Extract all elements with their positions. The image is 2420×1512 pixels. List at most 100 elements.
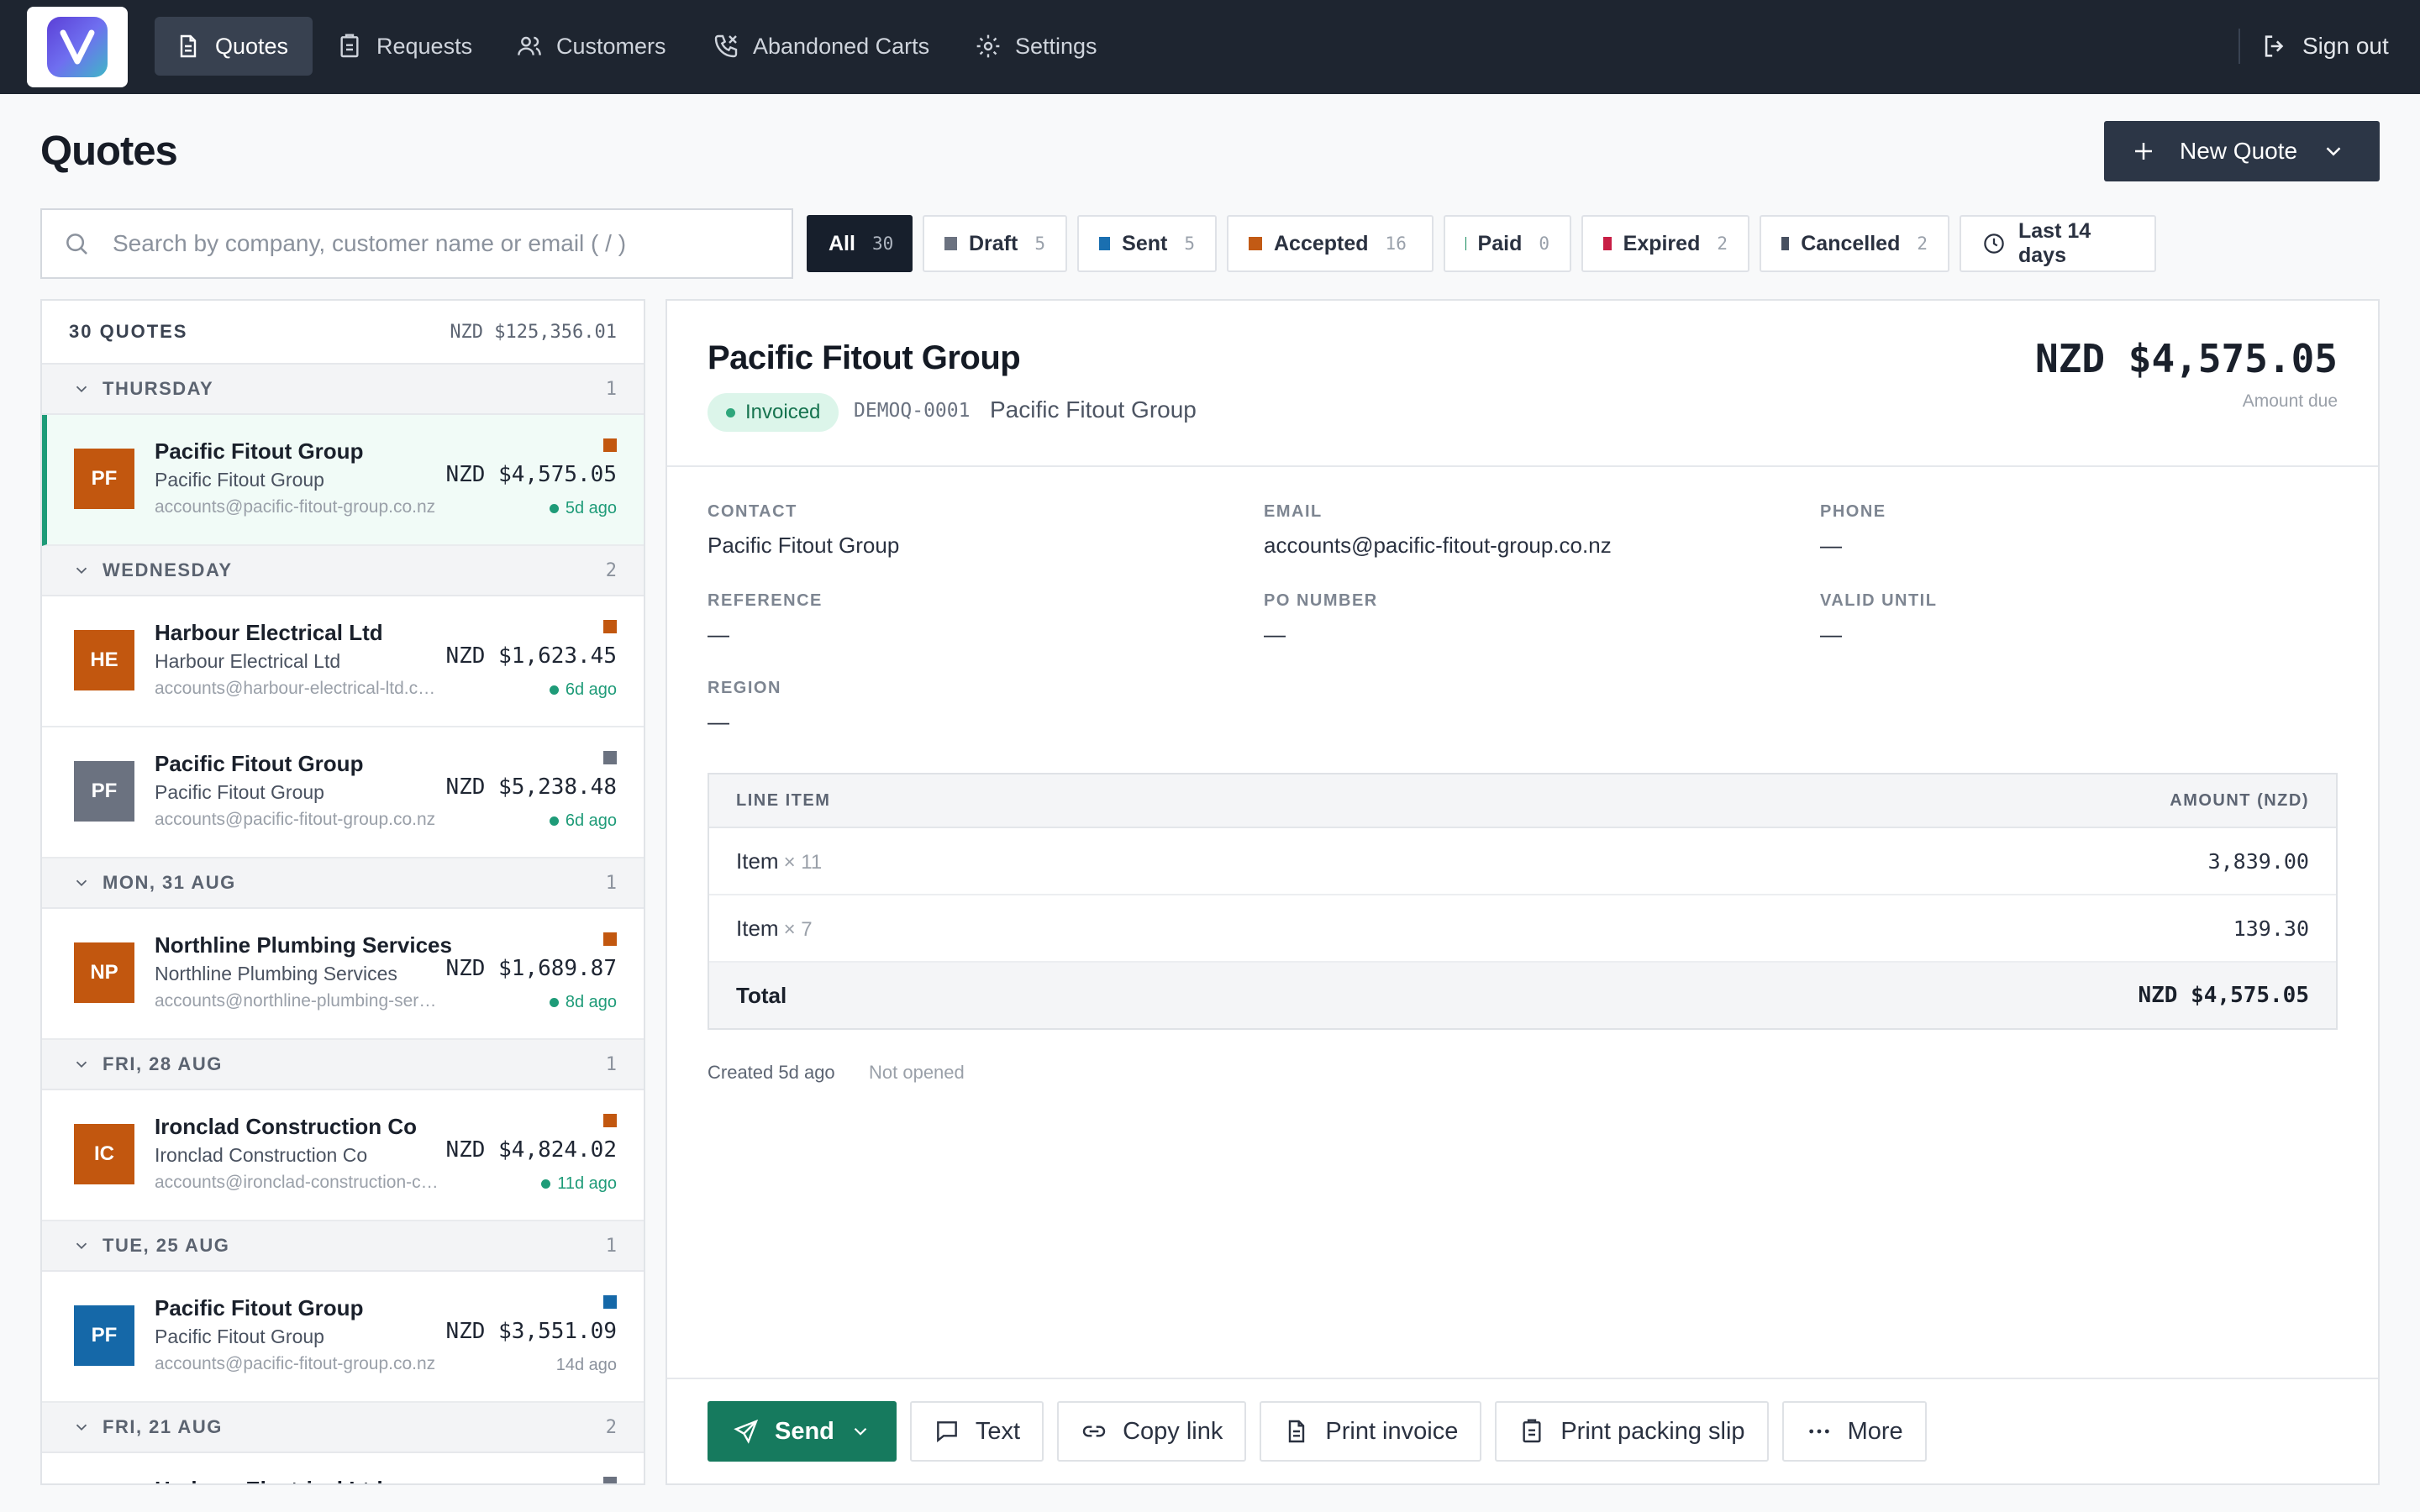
nav-label: Settings bbox=[1015, 33, 1097, 59]
print-invoice-button[interactable]: Print invoice bbox=[1260, 1401, 1482, 1462]
email-value[interactable]: accounts@pacific-fitout-group.co.nz bbox=[1264, 533, 1612, 559]
document-icon bbox=[1283, 1418, 1310, 1445]
amount-due: NZD $4,575.05 bbox=[2034, 336, 2338, 381]
filter-expired[interactable]: Expired 2 bbox=[1581, 215, 1749, 272]
quote-name: Pacific Fitout Group bbox=[155, 751, 364, 776]
group-header[interactable]: TUE, 25 AUG 1 bbox=[42, 1221, 644, 1272]
status-flag bbox=[603, 620, 617, 633]
quote-age: 6d ago bbox=[549, 811, 617, 831]
logo-mark bbox=[47, 17, 108, 77]
reference-value: — bbox=[708, 622, 729, 647]
more-label: More bbox=[1847, 1417, 1903, 1445]
chevron-down-icon[interactable] bbox=[2321, 139, 2346, 164]
nav-settings[interactable]: Settings bbox=[955, 17, 1118, 76]
filter-accepted[interactable]: Accepted 16 bbox=[1227, 215, 1434, 272]
quote-amount: NZD $3,551.09 bbox=[445, 1319, 618, 1344]
more-button[interactable]: More bbox=[1781, 1401, 1927, 1462]
filter-paid[interactable]: Paid 0 bbox=[1444, 215, 1571, 272]
nav-label: Customers bbox=[556, 33, 666, 59]
avatar: PF bbox=[74, 761, 134, 822]
phone-label: PHONE bbox=[1820, 502, 1886, 521]
nav-quotes[interactable]: Quotes bbox=[155, 17, 313, 76]
group-header[interactable]: WEDNESDAY 2 bbox=[42, 546, 644, 596]
group-count: 1 bbox=[605, 1053, 617, 1075]
print-packing-slip-label: Print packing slip bbox=[1560, 1417, 1745, 1445]
quote-amount: NZD $4,575.05 bbox=[445, 462, 618, 487]
age-label: 8d ago bbox=[565, 993, 617, 1011]
age-label: 6d ago bbox=[565, 680, 617, 699]
text-button[interactable]: Text bbox=[909, 1401, 1044, 1462]
sign-out-button[interactable]: Sign out bbox=[2260, 17, 2389, 76]
nav-label: Abandoned Carts bbox=[753, 33, 930, 59]
status-flag bbox=[603, 932, 617, 946]
send-icon bbox=[733, 1418, 760, 1445]
group-label: THURSDAY bbox=[103, 378, 214, 399]
quote-age: 14d ago bbox=[555, 1356, 617, 1374]
nav-label: Quotes bbox=[215, 33, 289, 59]
filter-date-range[interactable]: Last 14 days bbox=[1960, 215, 2156, 272]
item-qty: × 7 bbox=[783, 917, 813, 941]
quote-row[interactable]: PF Pacific Fitout Group Pacific Fitout G… bbox=[42, 1272, 644, 1403]
quote-row[interactable]: NP Northline Plumbing Services Northline… bbox=[42, 909, 644, 1040]
avatar: NP bbox=[74, 942, 134, 1003]
nav-requests[interactable]: Requests bbox=[316, 17, 492, 76]
copy-link-label: Copy link bbox=[1123, 1417, 1223, 1445]
status-swatch bbox=[1603, 237, 1612, 250]
quote-row[interactable]: Harbour Electrical Ltd bbox=[42, 1453, 644, 1483]
filter-cancelled[interactable]: Cancelled 2 bbox=[1760, 215, 1949, 272]
quote-amount: NZD $1,623.45 bbox=[445, 643, 618, 669]
filter-draft[interactable]: Draft 5 bbox=[923, 215, 1067, 272]
group-header[interactable]: FRI, 28 AUG 1 bbox=[42, 1040, 644, 1090]
filter-sent[interactable]: Sent 5 bbox=[1077, 215, 1217, 272]
message-icon bbox=[934, 1418, 960, 1445]
quote-row[interactable]: HE Harbour Electrical Ltd Harbour Electr… bbox=[42, 596, 644, 727]
app-logo[interactable] bbox=[27, 7, 128, 87]
quote-row[interactable]: PF Pacific Fitout Group Pacific Fitout G… bbox=[42, 415, 644, 546]
chevron-down-icon[interactable] bbox=[850, 1420, 871, 1442]
group-header[interactable]: MON, 31 AUG 1 bbox=[42, 858, 644, 909]
region-value: — bbox=[708, 709, 729, 734]
age-label: 5d ago bbox=[565, 499, 617, 517]
copy-link-button[interactable]: Copy link bbox=[1057, 1401, 1247, 1462]
nav-abandoned-carts[interactable]: Abandoned Carts bbox=[692, 17, 950, 76]
filter-all[interactable]: All 30 bbox=[807, 215, 913, 272]
search-input[interactable]: Search by company, customer name or emai… bbox=[40, 208, 793, 279]
avatar: IC bbox=[74, 1124, 134, 1184]
avatar: PF bbox=[74, 449, 134, 509]
filter-label: Draft bbox=[969, 231, 1018, 255]
group-header[interactable]: FRI, 21 AUG 2 bbox=[42, 1403, 644, 1453]
print-packing-slip-button[interactable]: Print packing slip bbox=[1495, 1401, 1769, 1462]
list-header: 30 QUOTES NZD $125,356.01 bbox=[42, 301, 644, 365]
nav-customers[interactable]: Customers bbox=[496, 17, 687, 76]
filter-label: All bbox=[829, 231, 855, 255]
quote-email: accounts@pacific-fitout-group.co.nz bbox=[155, 497, 436, 517]
gear-icon bbox=[975, 33, 1002, 60]
text-label: Text bbox=[975, 1417, 1021, 1445]
send-button[interactable]: Send bbox=[708, 1401, 897, 1462]
quote-company: Pacific Fitout Group bbox=[155, 781, 324, 803]
status-dot bbox=[549, 998, 559, 1007]
contact-value: Pacific Fitout Group bbox=[708, 533, 900, 558]
valid-until-label: VALID UNTIL bbox=[1820, 591, 1938, 610]
quote-row[interactable]: PF Pacific Fitout Group Pacific Fitout G… bbox=[42, 727, 644, 858]
table-total-row: Total NZD $4,575.05 bbox=[709, 963, 2336, 1028]
sign-out-label: Sign out bbox=[2302, 33, 2389, 59]
group-count: 2 bbox=[605, 559, 617, 581]
quote-amount: NZD $1,689.87 bbox=[445, 956, 618, 981]
status-dot bbox=[549, 816, 559, 826]
quote-row[interactable]: IC Ironclad Construction Co Ironclad Con… bbox=[42, 1090, 644, 1221]
contact-label: CONTACT bbox=[708, 502, 797, 521]
phone-icon bbox=[713, 33, 739, 60]
group-header[interactable]: THURSDAY 1 bbox=[42, 365, 644, 415]
item-amount: 3,839.00 bbox=[2207, 848, 2309, 874]
opened-meta: Not opened bbox=[869, 1062, 965, 1083]
print-invoice-label: Print invoice bbox=[1325, 1417, 1459, 1445]
new-quote-button[interactable]: New Quote bbox=[2104, 121, 2380, 181]
status-badge: Invoiced bbox=[708, 393, 839, 432]
status-swatch bbox=[1465, 237, 1466, 250]
quote-name: Pacific Fitout Group bbox=[155, 438, 364, 464]
chevron-down-icon bbox=[72, 380, 91, 398]
group-count: 1 bbox=[605, 378, 617, 400]
quote-name: Ironclad Construction Co bbox=[155, 1114, 417, 1139]
avatar: PF bbox=[74, 1305, 134, 1366]
